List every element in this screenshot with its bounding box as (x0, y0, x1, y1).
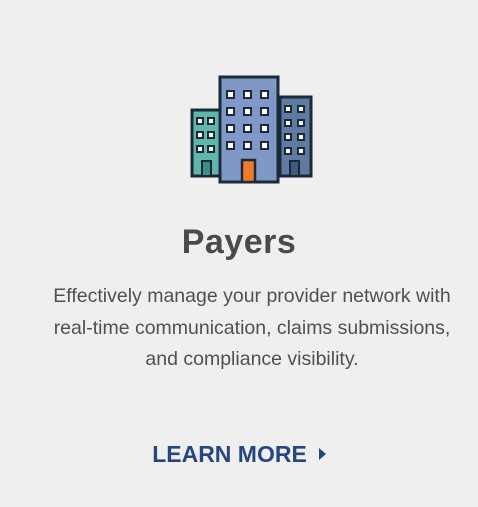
learn-more-link[interactable]: LEARN MORE (0, 434, 478, 470)
learn-more-label: LEARN MORE (152, 440, 307, 467)
office-buildings-icon (190, 75, 313, 184)
payers-card: Payers Effectively manage your provider … (0, 0, 478, 507)
card-description: Effectively manage your provider network… (53, 285, 451, 370)
card-title: Payers (181, 223, 297, 261)
caret-right-icon (318, 448, 326, 461)
